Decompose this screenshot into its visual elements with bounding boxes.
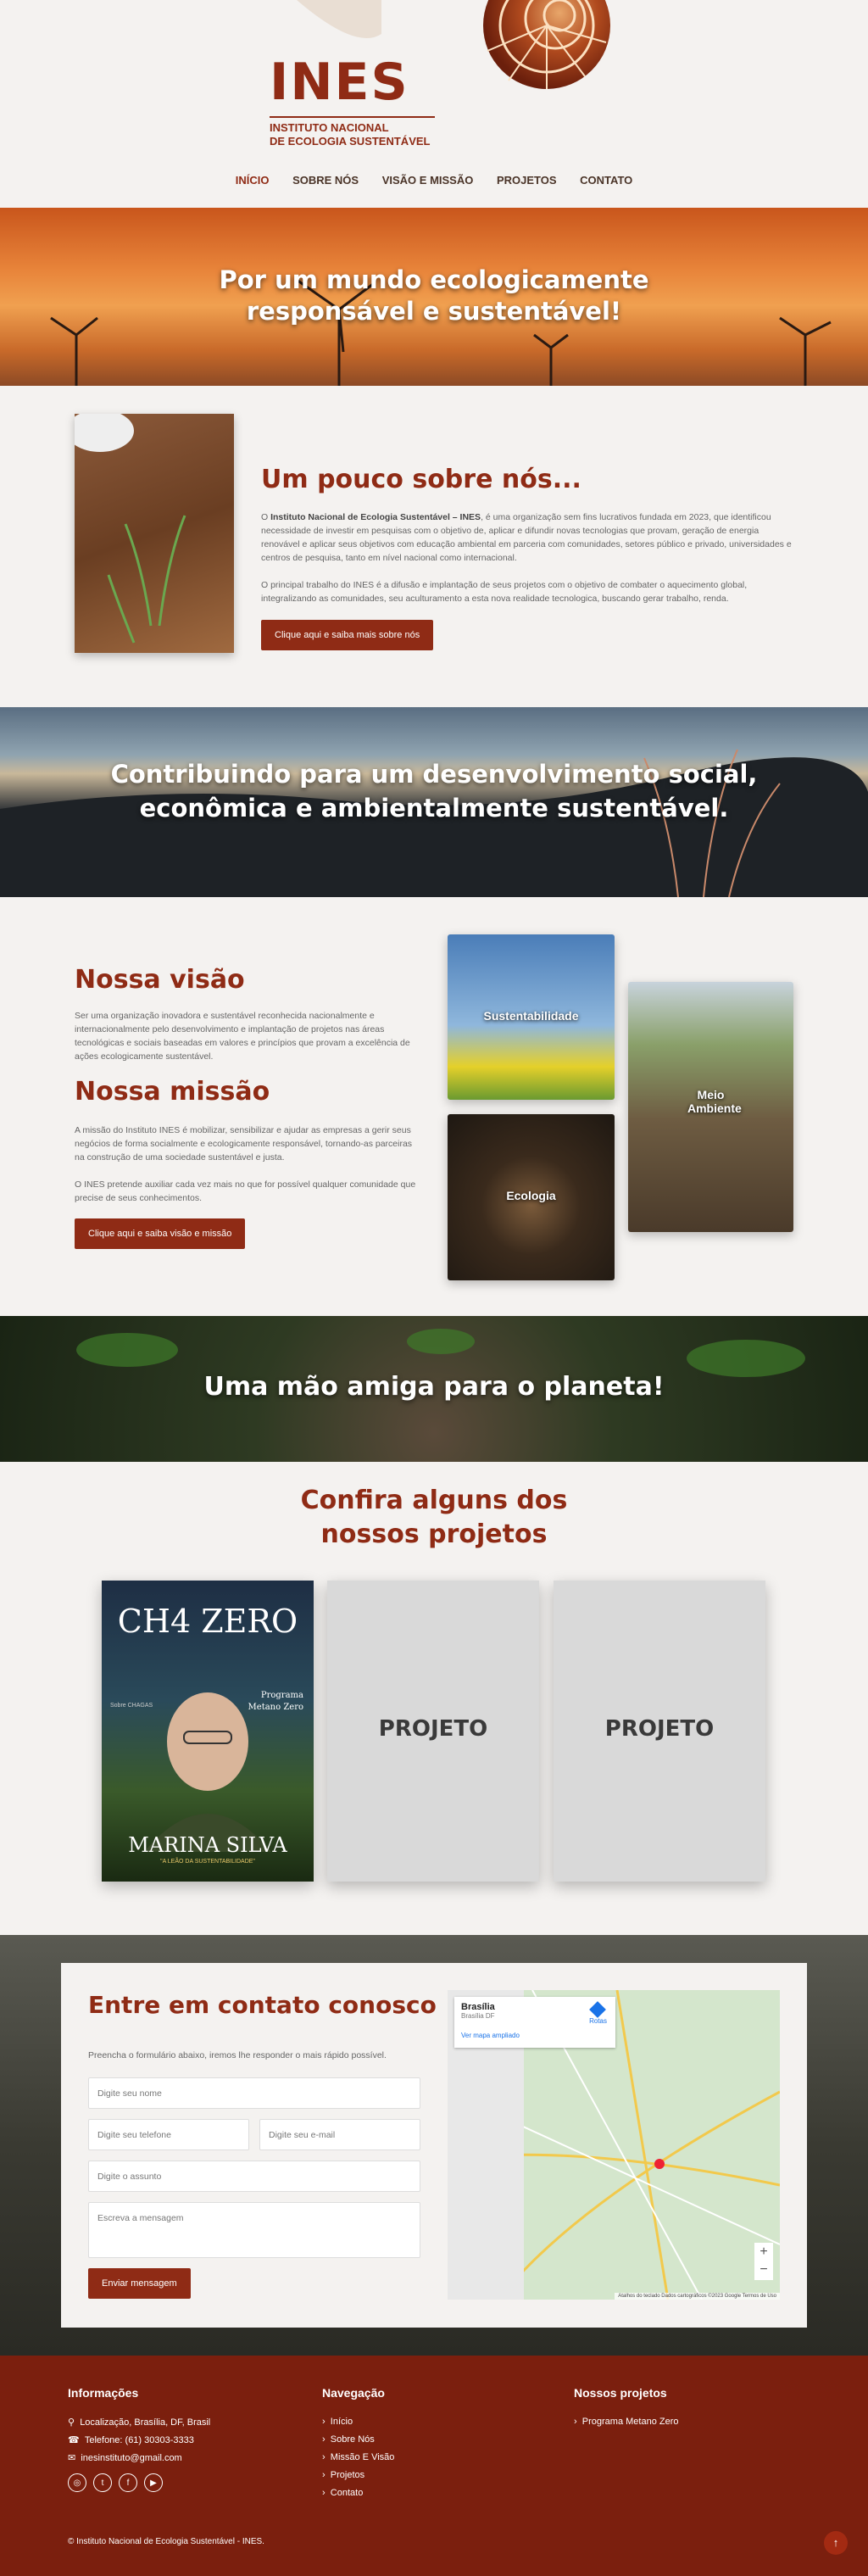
contact-title: Entre em contato conosco <box>88 1991 437 2019</box>
footer-project-metano[interactable]: › Programa Metano Zero <box>574 2417 679 2427</box>
about-paragraph-2: O principal trabalho do INES é a difusão… <box>261 580 748 604</box>
footer-nav-title: Navegação <box>322 2386 385 2400</box>
map-city: Brasília <box>461 2002 495 2012</box>
hero-title-2: responsável e sustentável! <box>246 297 622 326</box>
project-placeholder-label: PROJETO <box>378 1716 488 1742</box>
about-image <box>66 410 234 653</box>
footer-address: ⚲ Localização, Brasília, DF, Brasil <box>68 2417 210 2428</box>
brand-subtitle-2: DE ECOLOGIA SUSTENTÁVEL <box>270 135 431 148</box>
twitter-icon[interactable]: t <box>93 2473 112 2492</box>
projects-title-2: nossos projetos <box>320 1519 548 1549</box>
footer-project-metano-label: Programa Metano Zero <box>581 2417 679 2427</box>
phone-field[interactable]: Digite seu telefone <box>88 2119 249 2150</box>
nav-visao-missao[interactable]: VISÃO E MISSÃO <box>382 174 474 187</box>
instagram-icon[interactable]: ◎ <box>68 2473 86 2492</box>
footer-phone-text: Telefone: (61) 30303-3333 <box>84 2435 194 2445</box>
project-poster-title: CH4 ZERO <box>117 1603 298 1640</box>
map[interactable]: Brasília Brasília DF Ver mapa ampliado R… <box>448 1990 780 2300</box>
map-state: Brasília DF <box>461 2012 495 2020</box>
hero-title-1: Por um mundo ecologicamente <box>219 265 649 294</box>
footer-projects-title: Nossos projetos <box>574 2386 667 2400</box>
about-paragraph-1: O Instituto Nacional de Ecologia Sustent… <box>261 510 795 565</box>
nav-sobre-nos[interactable]: SOBRE NÓS <box>292 174 359 187</box>
band2-title-2: econômica e ambientalmente sustentável. <box>139 794 729 822</box>
subject-field[interactable]: Digite o assunto <box>88 2161 420 2192</box>
about-p1-prefix: O <box>261 512 271 522</box>
map-enlarge-link[interactable]: Ver mapa ampliado <box>461 2032 609 2039</box>
mission-title: Nossa missão <box>75 1077 270 1107</box>
nav-contato[interactable]: CONTATO <box>580 174 632 187</box>
project-placeholder-label: PROJETO <box>604 1716 715 1742</box>
portrait-image <box>144 1692 271 1852</box>
footer-email[interactable]: ✉ inesinstituto@gmail.com <box>68 2452 182 2463</box>
card-meio-ambiente[interactable]: Meio Ambiente <box>628 982 793 1232</box>
footer-email-text: inesinstituto@gmail.com <box>81 2453 182 2463</box>
projects-title-1: Confira alguns dos <box>300 1486 568 1515</box>
brand-name: INES <box>270 53 409 112</box>
map-footer: Atalhos do teclado Dados cartográficos ©… <box>615 2293 780 2300</box>
mountains-banner: Contribuindo para um desenvolvimento soc… <box>0 707 868 897</box>
send-message-button[interactable]: Enviar mensagem <box>88 2268 191 2299</box>
map-routes-link[interactable]: Rotas <box>589 2017 607 2025</box>
footer-nav-projetos-label: Projetos <box>330 2470 365 2480</box>
about-title: Um pouco sobre nós... <box>261 465 581 494</box>
card-sustentabilidade[interactable]: Sustentabilidade <box>448 934 615 1100</box>
facebook-icon[interactable]: f <box>119 2473 137 2492</box>
site-header: INES INSTITUTO NACIONAL DE ECOLOGIA SUST… <box>0 0 868 208</box>
about-more-button[interactable]: Clique aqui e saiba mais sobre nós <box>261 620 434 650</box>
footer-nav-inicio[interactable]: › Início <box>322 2417 353 2427</box>
nav-inicio[interactable]: INÍCIO <box>236 174 270 187</box>
footer-nav-contato[interactable]: › Contato <box>322 2488 363 2498</box>
hands-banner: Uma mão amiga para o planeta! <box>0 1316 868 1462</box>
back-to-top-button[interactable]: ↑ <box>824 2531 848 2555</box>
location-pin-icon: ⚲ <box>68 2417 75 2428</box>
map-info-box: Brasília Brasília DF Ver mapa ampliado R… <box>454 1997 615 2048</box>
vision-title: Nossa visão <box>75 965 245 995</box>
footer-nav-missao[interactable]: › Missão E Visão <box>322 2452 394 2462</box>
footer-nav-sobre[interactable]: › Sobre Nós <box>322 2434 375 2445</box>
card-ecologia[interactable]: Ecologia <box>448 1114 615 1280</box>
phone-icon: ☎ <box>68 2435 80 2445</box>
project-card-metano-zero[interactable]: CH4 ZERO Programa Metano Zero Sobre CHAG… <box>102 1581 314 1882</box>
footer-nav-inicio-label: Início <box>330 2417 353 2427</box>
brand-divider <box>270 116 435 118</box>
card-ecologia-label: Ecologia <box>506 1189 556 1202</box>
envelope-icon: ✉ <box>68 2453 76 2463</box>
about-p1-bold: Instituto Nacional de Ecologia Sustentáv… <box>270 512 481 522</box>
brand-subtitle-1: INSTITUTO NACIONAL <box>270 121 389 134</box>
card-sustentabilidade-label: Sustentabilidade <box>483 1009 579 1023</box>
name-field[interactable]: Digite seu nome <box>88 2077 420 2109</box>
footer-address-text: Localização, Brasília, DF, Brasil <box>80 2417 211 2428</box>
card-meio-ambiente-label: Meio Ambiente <box>687 1088 742 1115</box>
footer-phone: ☎ Telefone: (61) 30303-3333 <box>68 2434 194 2445</box>
zoom-in-button[interactable]: + <box>754 2243 773 2261</box>
mission-text-1: A missão do Instituto INES é mobilizar, … <box>75 1125 413 1163</box>
nav-projetos[interactable]: PROJETOS <box>497 174 557 187</box>
zoom-out-button[interactable]: − <box>754 2261 773 2280</box>
vision-more-button[interactable]: Clique aqui e saiba visão e missão <box>75 1218 246 1249</box>
mission-text-2: O INES pretende auxiliar cada vez mais n… <box>75 1179 416 1203</box>
footer-nav-contato-label: Contato <box>330 2488 364 2498</box>
hero-banner: Por um mundo ecologicamente responsável … <box>0 208 868 386</box>
main-nav: INÍCIO SOBRE NÓS VISÃO E MISSÃO PROJETOS… <box>0 174 868 187</box>
vision-text: Ser uma organização inovadora e sustentá… <box>75 1011 410 1062</box>
project-poster-tag: "A LEÃO DA SUSTENTABILIDADE" <box>160 1859 255 1865</box>
footer-nav-missao-label: Missão E Visão <box>330 2452 395 2462</box>
band2-title-1: Contribuindo para um desenvolvimento soc… <box>110 760 758 789</box>
band3-title: Uma mão amiga para o planeta! <box>203 1372 665 1402</box>
site-footer: Informações ⚲ Localização, Brasília, DF,… <box>0 2356 868 2576</box>
project-card-placeholder-2[interactable]: PROJETO <box>554 1581 765 1882</box>
footer-nav-sobre-label: Sobre Nós <box>330 2434 375 2445</box>
project-card-placeholder-1[interactable]: PROJETO <box>327 1581 539 1882</box>
footer-info-title: Informações <box>68 2386 139 2400</box>
youtube-icon[interactable]: ▶ <box>144 2473 163 2492</box>
footer-copyright: © Instituto Nacional de Ecologia Sustent… <box>68 2537 264 2546</box>
message-field[interactable]: Escreva a mensagem <box>88 2202 420 2258</box>
footer-nav-projetos[interactable]: › Projetos <box>322 2470 364 2480</box>
project-poster-name: MARINA SILVA <box>128 1833 287 1857</box>
contact-intro: Preencha o formulário abaixo, iremos lhe… <box>88 2050 387 2060</box>
email-field[interactable]: Digite seu e-mail <box>259 2119 420 2150</box>
